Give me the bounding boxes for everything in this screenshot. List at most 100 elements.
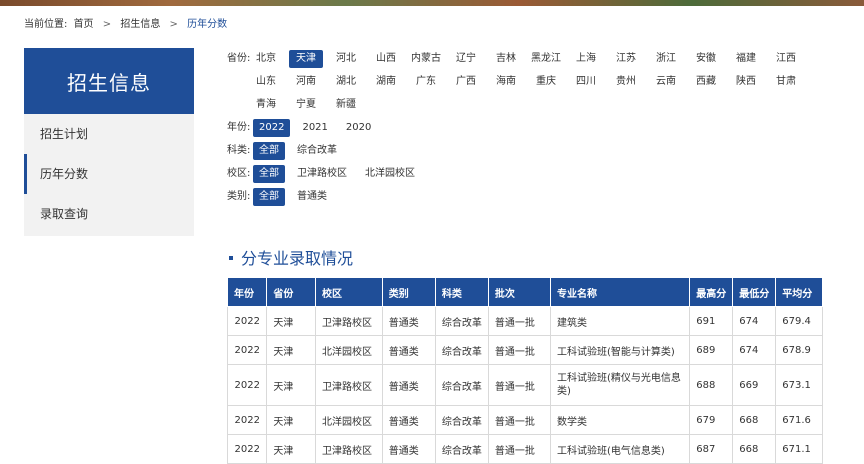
table-cell: 普通一批 bbox=[487, 405, 552, 435]
province-option[interactable]: 广西 bbox=[449, 73, 483, 91]
province-option[interactable]: 陕西 bbox=[729, 73, 763, 91]
subject-option[interactable]: 综合改革 bbox=[291, 142, 343, 160]
province-option[interactable]: 新疆 bbox=[329, 96, 363, 114]
table-cell: 673.1 bbox=[775, 364, 823, 406]
campus-options: 全部 卫津路校区 北洋园校区 bbox=[253, 165, 427, 183]
category-option[interactable]: 全部 bbox=[253, 188, 285, 206]
scores-table: 年份 省份 校区 类别 科类 批次 专业名称 最高分 最低分 平均分 2022 天津 卫津路校区 普通类… bbox=[226, 277, 823, 464]
table-cell: 678.9 bbox=[775, 335, 823, 365]
province-option[interactable]: 贵州 bbox=[609, 73, 643, 91]
sidebar-title: 招生信息 bbox=[24, 48, 194, 114]
table-cell: 688 bbox=[689, 364, 734, 406]
year-option[interactable]: 2022 bbox=[253, 119, 291, 137]
column-header: 类别 bbox=[381, 277, 436, 307]
bullet-icon bbox=[229, 255, 233, 260]
table-cell: 综合改革 bbox=[434, 335, 489, 365]
province-option[interactable]: 天津 bbox=[289, 50, 323, 68]
table-cell: 天津 bbox=[266, 405, 317, 435]
table-cell: 天津 bbox=[266, 434, 317, 464]
province-option[interactable]: 福建 bbox=[729, 50, 763, 68]
province-option[interactable]: 山西 bbox=[369, 50, 403, 68]
province-option[interactable]: 宁夏 bbox=[289, 96, 323, 114]
table-cell: 2022 bbox=[226, 306, 268, 336]
sidebar-item-plan[interactable]: 招生计划 bbox=[24, 114, 194, 154]
category-option[interactable]: 普通类 bbox=[291, 188, 333, 206]
campus-option[interactable]: 北洋园校区 bbox=[359, 165, 421, 183]
province-option[interactable]: 山东 bbox=[249, 73, 283, 91]
province-option[interactable]: 内蒙古 bbox=[409, 50, 443, 68]
province-option[interactable]: 江苏 bbox=[609, 50, 643, 68]
province-option[interactable]: 西藏 bbox=[689, 73, 723, 91]
table-cell: 工科试验班(智能与计算类) bbox=[550, 335, 691, 365]
province-option[interactable]: 吉林 bbox=[489, 50, 523, 68]
table-cell: 综合改革 bbox=[434, 434, 489, 464]
breadcrumb-admissions-link[interactable]: 招生信息 bbox=[120, 15, 160, 30]
table-cell: 671.6 bbox=[775, 405, 823, 435]
section-title-text: 分专业录取情况 bbox=[241, 249, 354, 268]
table-cell: 普通类 bbox=[381, 335, 436, 365]
campus-filter-label: 校区: bbox=[227, 168, 251, 179]
table-cell: 689 bbox=[689, 335, 734, 365]
table-cell: 669 bbox=[732, 364, 777, 406]
sidebar-item-past-scores[interactable]: 历年分数 bbox=[24, 154, 194, 194]
province-option[interactable]: 湖南 bbox=[369, 73, 403, 91]
table-cell: 天津 bbox=[266, 364, 317, 406]
table-row: 2022 天津 卫津路校区 普通类 综合改革 普通一批 工科试验班(电气信息类) 687 668… bbox=[226, 434, 823, 464]
province-option[interactable]: 广东 bbox=[409, 73, 443, 91]
table-cell: 679 bbox=[689, 405, 734, 435]
table-cell: 工科试验班(精仪与光电信息类) bbox=[550, 364, 691, 406]
table-cell: 普通类 bbox=[381, 405, 436, 435]
table-cell: 卫津路校区 bbox=[315, 364, 383, 406]
table-cell: 普通一批 bbox=[487, 434, 552, 464]
province-option[interactable]: 辽宁 bbox=[449, 50, 483, 68]
table-cell: 天津 bbox=[266, 335, 317, 365]
province-options: 北京 天津 河北 山西 内蒙古 辽宁 吉林 黑龙江 上海 江苏 浙江 安徽 福建 江西山东 河南 湖北 湖南 广东… bbox=[249, 50, 809, 114]
table-cell: 671.1 bbox=[775, 434, 823, 464]
section-title: 分专业录取情况 bbox=[229, 245, 353, 269]
table-cell: 综合改革 bbox=[434, 364, 489, 406]
province-option[interactable]: 黑龙江 bbox=[529, 50, 563, 68]
year-option[interactable]: 2020 bbox=[340, 119, 377, 137]
campus-option[interactable]: 全部 bbox=[253, 165, 285, 183]
column-header: 最高分 bbox=[689, 277, 734, 307]
table-header-row: 年份 省份 校区 类别 科类 批次 专业名称 最高分 最低分 平均分 bbox=[226, 277, 823, 307]
table-cell: 数学类 bbox=[550, 405, 691, 435]
province-option[interactable]: 海南 bbox=[489, 73, 523, 91]
table-cell: 工科试验班(电气信息类) bbox=[550, 434, 691, 464]
year-option[interactable]: 2021 bbox=[296, 119, 333, 137]
sidebar: 招生信息 招生计划 历年分数 录取查询 bbox=[24, 48, 194, 236]
table-cell: 北洋园校区 bbox=[315, 405, 383, 435]
province-option[interactable]: 云南 bbox=[649, 73, 683, 91]
sidebar-item-admission-query[interactable]: 录取查询 bbox=[24, 194, 194, 234]
table-cell: 普通一批 bbox=[487, 364, 552, 406]
province-option[interactable]: 浙江 bbox=[649, 50, 683, 68]
province-option[interactable]: 重庆 bbox=[529, 73, 563, 91]
province-option[interactable]: 四川 bbox=[569, 73, 603, 91]
category-filter-label: 类别: bbox=[227, 191, 251, 202]
province-option[interactable]: 青海 bbox=[249, 96, 283, 114]
province-option[interactable]: 甘肃 bbox=[769, 73, 803, 91]
table-cell: 674 bbox=[732, 335, 777, 365]
province-option[interactable]: 北京 bbox=[249, 50, 283, 68]
table-cell: 2022 bbox=[226, 434, 268, 464]
table-cell: 2022 bbox=[226, 405, 268, 435]
table-cell: 普通类 bbox=[381, 364, 436, 406]
breadcrumb-home-link[interactable]: 首页 bbox=[74, 15, 94, 30]
subject-options: 全部 综合改革 bbox=[253, 142, 349, 160]
province-option[interactable]: 湖北 bbox=[329, 73, 363, 91]
category-options: 全部 普通类 bbox=[253, 188, 339, 206]
province-option[interactable]: 江西 bbox=[769, 50, 803, 68]
table-row: 2022 天津 北洋园校区 普通类 综合改革 普通一批 数学类 679 668 671.6 bbox=[226, 405, 823, 435]
column-header: 省份 bbox=[266, 277, 317, 307]
province-option[interactable]: 河南 bbox=[289, 73, 323, 91]
province-option[interactable]: 安徽 bbox=[689, 50, 723, 68]
province-option[interactable]: 河北 bbox=[329, 50, 363, 68]
province-option[interactable]: 上海 bbox=[569, 50, 603, 68]
campus-option[interactable]: 卫津路校区 bbox=[291, 165, 353, 183]
column-header: 平均分 bbox=[775, 277, 823, 307]
subject-option[interactable]: 全部 bbox=[253, 142, 285, 160]
table-row: 2022 天津 北洋园校区 普通类 综合改革 普通一批 工科试验班(智能与计算类) 689 67… bbox=[226, 335, 823, 365]
breadcrumb: 当前位置: 首页 > 招生信息 > 历年分数 bbox=[24, 15, 227, 30]
table-cell: 668 bbox=[732, 434, 777, 464]
table-cell: 综合改革 bbox=[434, 405, 489, 435]
